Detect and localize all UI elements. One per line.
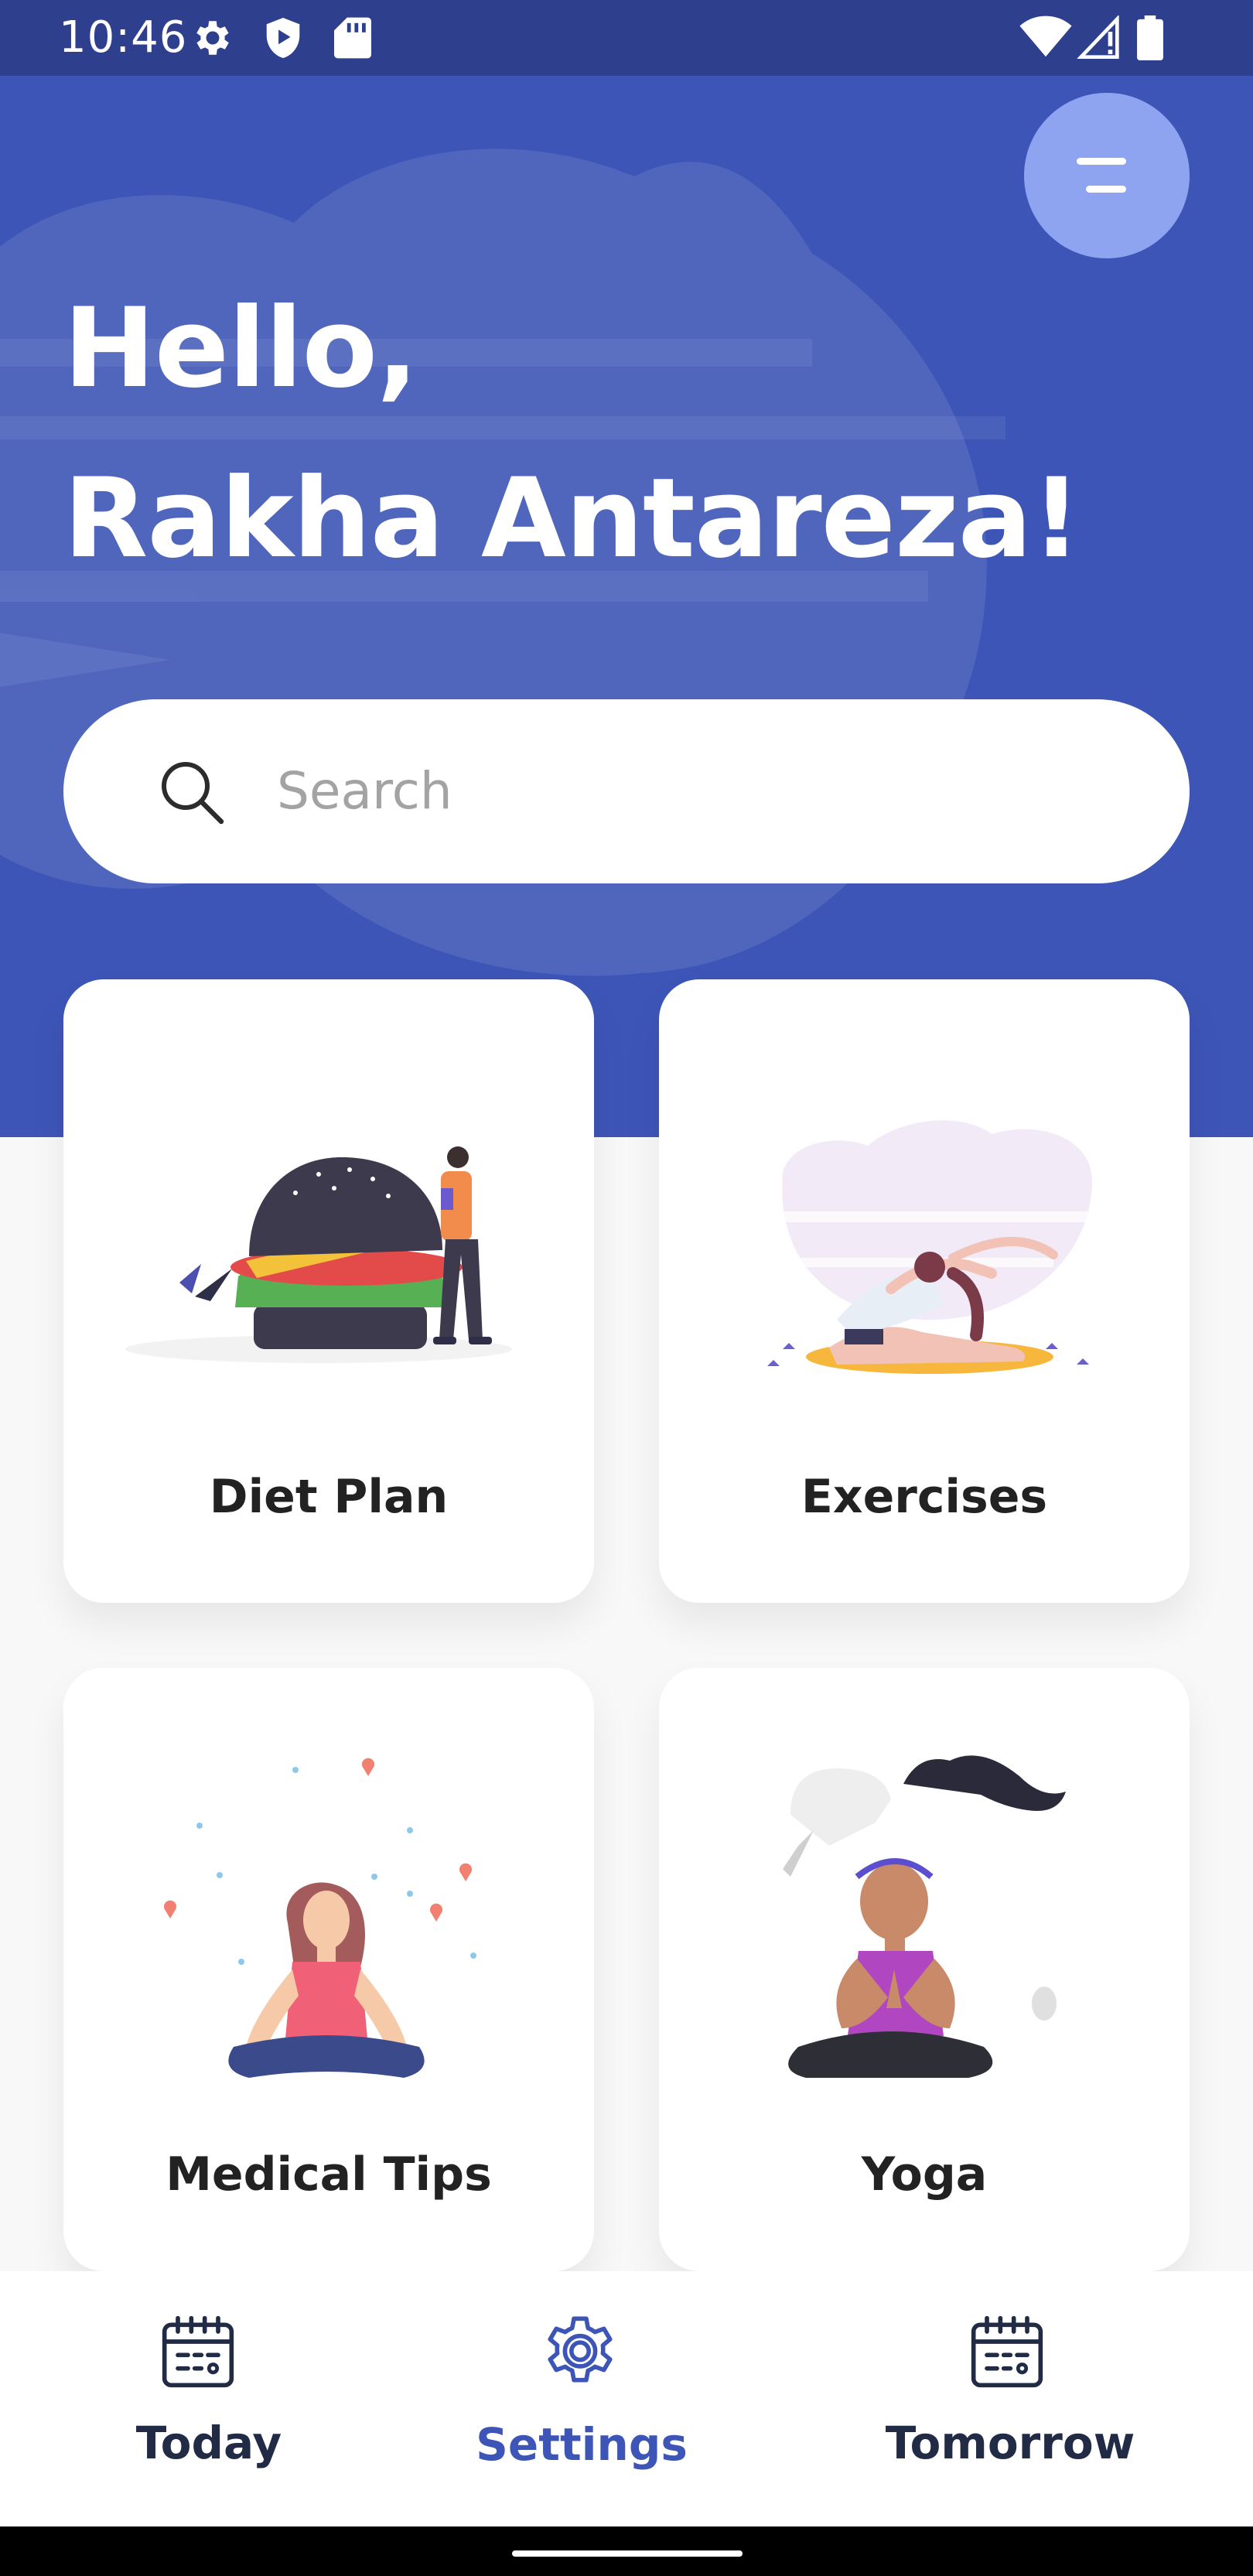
card-label: Yoga bbox=[861, 2147, 988, 2202]
nav-label-tomorrow: Tomorrow bbox=[885, 2417, 1135, 2469]
card-label: Exercises bbox=[801, 1470, 1048, 1524]
sd-card-icon bbox=[334, 17, 371, 59]
signal-icon bbox=[1077, 15, 1119, 59]
nav-label-settings: Settings bbox=[476, 2418, 688, 2471]
status-time: 10:46 bbox=[59, 12, 188, 63]
search-input[interactable] bbox=[277, 743, 1112, 839]
wifi-icon bbox=[1019, 15, 1072, 57]
gear-icon bbox=[196, 21, 229, 55]
bottom-navigation: Today Settings Tomorrow bbox=[0, 2271, 1253, 2526]
greeting-line-1: Hello, bbox=[63, 285, 418, 412]
meditation-illustration bbox=[163, 1758, 476, 2078]
calendar-icon bbox=[971, 2315, 1043, 2388]
search-icon bbox=[162, 762, 224, 825]
nav-item-today[interactable]: Today bbox=[0, 2271, 418, 2526]
battery-icon bbox=[1137, 15, 1163, 60]
card-exercises[interactable]: Exercises bbox=[659, 979, 1190, 1603]
card-label: Medical Tips bbox=[166, 2147, 492, 2202]
card-yoga[interactable]: Yoga bbox=[659, 1668, 1190, 2271]
system-navigation-bar bbox=[0, 2526, 1253, 2576]
gear-icon bbox=[548, 2316, 613, 2383]
status-bar: 10:46 bbox=[0, 0, 1253, 76]
nav-item-tomorrow[interactable]: Tomorrow bbox=[801, 2271, 1219, 2526]
card-medical-tips[interactable]: Medical Tips bbox=[63, 1668, 594, 2271]
home-gesture-handle[interactable] bbox=[512, 2550, 743, 2557]
nav-item-settings[interactable]: Settings bbox=[373, 2271, 790, 2526]
yoga-illustration bbox=[783, 1755, 1066, 2078]
card-label: Diet Plan bbox=[209, 1470, 449, 1524]
calendar-icon bbox=[162, 2315, 234, 2388]
card-diet-plan[interactable]: Diet Plan bbox=[63, 979, 594, 1603]
burger-illustration bbox=[125, 1146, 512, 1363]
stretching-illustration bbox=[760, 1120, 1100, 1374]
shield-play-icon bbox=[266, 18, 300, 58]
nav-label-today: Today bbox=[135, 2417, 282, 2469]
menu-button[interactable] bbox=[1024, 93, 1190, 258]
greeting-line-2: Rakha Antareza! bbox=[63, 455, 1081, 583]
